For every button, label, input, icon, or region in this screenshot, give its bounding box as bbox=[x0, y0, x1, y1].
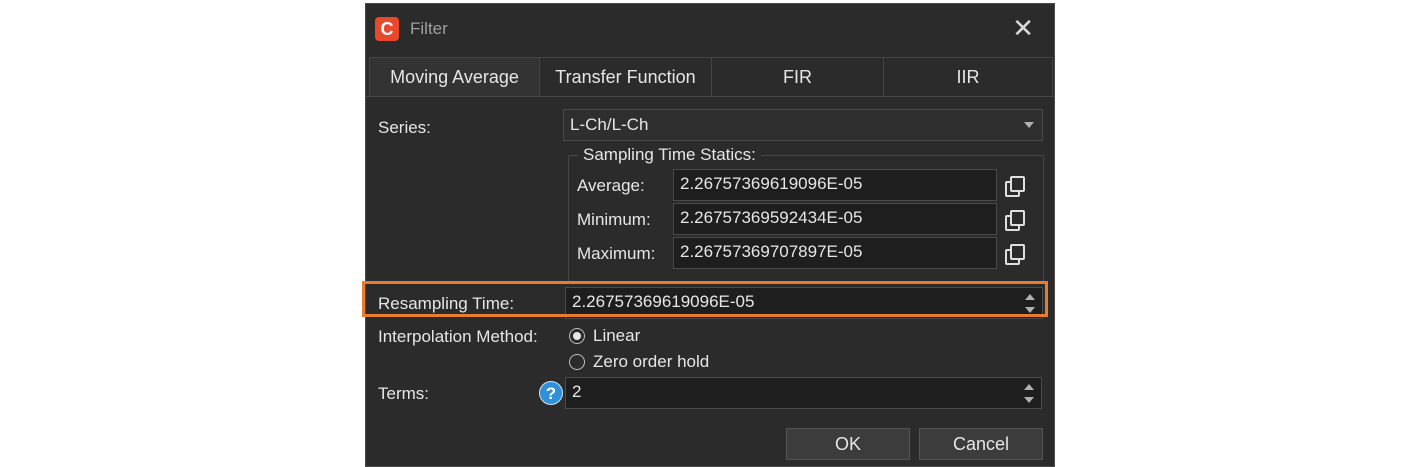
radio-zero-order-hold-label[interactable]: Zero order hold bbox=[593, 352, 709, 372]
ok-button[interactable]: OK bbox=[786, 428, 910, 460]
app-logo-icon: C bbox=[375, 17, 399, 41]
radio-zero-order-hold[interactable] bbox=[569, 354, 585, 370]
minimum-label: Minimum: bbox=[577, 210, 651, 229]
resampling-time-highlight bbox=[362, 281, 1048, 317]
terms-spinbox[interactable]: 2 bbox=[565, 377, 1042, 409]
maximum-label: Maximum: bbox=[577, 244, 656, 263]
filter-dialog: C Filter ✕ Moving Average Transfer Funct… bbox=[365, 3, 1055, 467]
copy-minimum-icon[interactable] bbox=[1005, 210, 1025, 231]
cancel-button[interactable]: Cancel bbox=[919, 428, 1043, 460]
interpolation-method-label: Interpolation Method: bbox=[378, 327, 538, 346]
close-icon[interactable]: ✕ bbox=[1012, 14, 1034, 42]
title-bar[interactable]: C Filter ✕ bbox=[366, 4, 1054, 54]
sampling-group-title: Sampling Time Statics: bbox=[578, 145, 761, 165]
tab-fir[interactable]: FIR bbox=[711, 57, 884, 97]
terms-label: Terms: bbox=[378, 384, 429, 403]
maximum-field[interactable]: 2.26757369707897E-05 bbox=[673, 237, 997, 269]
sampling-time-group: Sampling Time Statics: Average: 2.267573… bbox=[568, 145, 1044, 282]
radio-linear-label[interactable]: Linear bbox=[593, 326, 640, 346]
average-label: Average: bbox=[577, 176, 645, 195]
radio-linear[interactable] bbox=[569, 328, 585, 344]
tab-bar: Moving Average Transfer Function FIR IIR bbox=[366, 57, 1054, 97]
help-icon[interactable]: ? bbox=[539, 381, 563, 405]
window-title: Filter bbox=[410, 19, 448, 38]
terms-value: 2 bbox=[572, 382, 582, 401]
series-value: L-Ch/L-Ch bbox=[570, 115, 649, 134]
series-label: Series: bbox=[378, 118, 431, 137]
chevron-down-icon bbox=[1024, 122, 1034, 128]
average-field[interactable]: 2.26757369619096E-05 bbox=[673, 169, 997, 201]
copy-maximum-icon[interactable] bbox=[1005, 244, 1025, 265]
tab-moving-average[interactable]: Moving Average bbox=[369, 57, 540, 97]
tab-iir[interactable]: IIR bbox=[883, 57, 1053, 97]
spin-down-icon[interactable] bbox=[1024, 397, 1034, 403]
minimum-field[interactable]: 2.26757369592434E-05 bbox=[673, 203, 997, 235]
spin-up-icon[interactable] bbox=[1024, 384, 1034, 390]
tab-transfer-function[interactable]: Transfer Function bbox=[539, 57, 712, 97]
copy-average-icon[interactable] bbox=[1005, 176, 1025, 197]
series-dropdown[interactable]: L-Ch/L-Ch bbox=[563, 109, 1043, 141]
